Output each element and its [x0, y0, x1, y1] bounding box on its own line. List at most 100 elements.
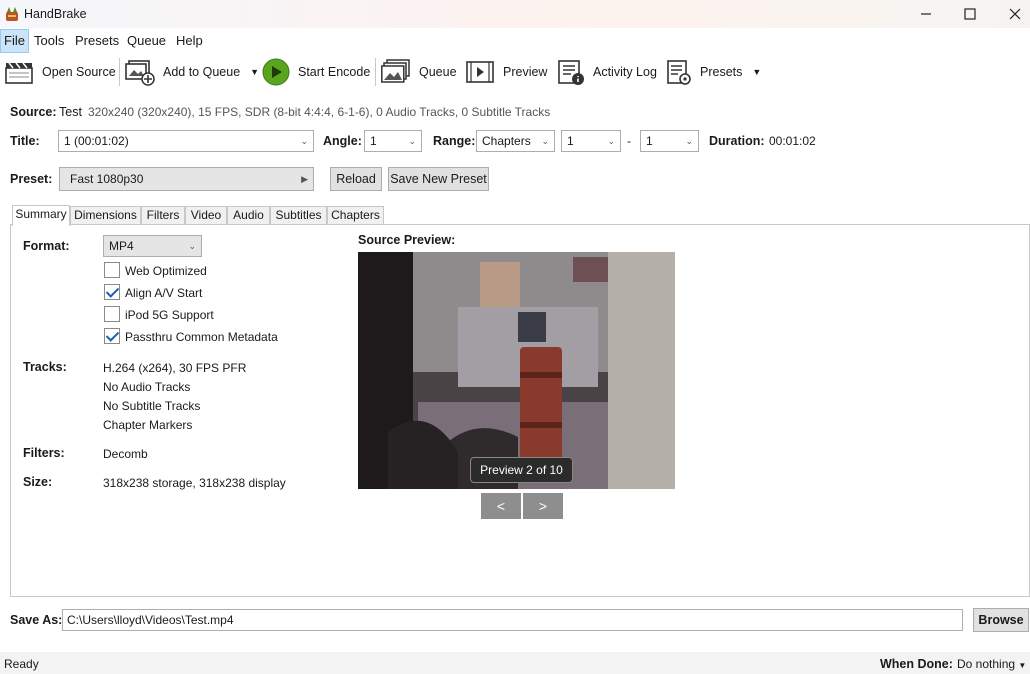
track-item: No Subtitle Tracks — [103, 399, 201, 413]
presets-dropdown-icon[interactable]: ▼ — [752, 67, 761, 77]
track-item: No Audio Tracks — [103, 380, 191, 394]
add-to-queue-label: Add to Queue — [163, 65, 241, 79]
when-done-select[interactable]: Do nothing ▼ — [957, 657, 1026, 671]
web-optimized-checkbox[interactable] — [104, 262, 120, 278]
window-title: HandBrake — [24, 7, 87, 21]
toolbar-separator — [119, 58, 120, 86]
format-value: MP4 — [109, 239, 134, 253]
preview-badge: Preview 2 of 10 — [470, 457, 573, 483]
source-preview-label: Source Preview: — [358, 233, 456, 247]
range-dash: - — [627, 134, 631, 148]
save-new-preset-button[interactable]: Save New Preset — [388, 167, 489, 191]
clapperboard-icon — [5, 62, 33, 84]
passthru-metadata-label: Passthru Common Metadata — [125, 330, 278, 344]
presets-icon — [667, 60, 691, 85]
browse-button[interactable]: Browse — [973, 608, 1029, 632]
duration-value: 00:01:02 — [769, 134, 816, 148]
align-av-start-label: Align A/V Start — [125, 286, 203, 300]
open-source-button[interactable]: Open Source — [4, 55, 116, 89]
save-as-path-input[interactable]: C:\Users\lloyd\Videos\Test.mp4 — [62, 609, 963, 631]
menu-bar: File Tools Presets Queue Help — [0, 29, 1030, 53]
source-name: Test — [59, 105, 82, 119]
preview-button[interactable]: Preview — [465, 55, 547, 89]
chevron-down-icon: ⌄ — [607, 136, 615, 146]
range-start-value: 1 — [567, 134, 574, 148]
maximize-icon — [964, 8, 976, 20]
preset-label: Preset: — [10, 172, 53, 186]
tab-dimensions[interactable]: Dimensions — [70, 206, 141, 225]
menu-queue[interactable]: Queue — [123, 29, 170, 53]
range-end-select[interactable]: 1 ⌄ — [640, 130, 699, 152]
duration-label: Duration: — [709, 134, 765, 148]
align-av-start-checkbox[interactable] — [104, 284, 120, 300]
preview-frame-illustration — [358, 252, 675, 489]
tracks-label: Tracks: — [23, 360, 67, 374]
format-select[interactable]: MP4 ⌄ — [103, 235, 202, 257]
preset-value: Fast 1080p30 — [70, 172, 144, 186]
queue-icon — [381, 59, 410, 83]
passthru-metadata-checkbox[interactable] — [104, 328, 120, 344]
close-icon — [1009, 8, 1021, 20]
title-bar: HandBrake — [0, 0, 1030, 28]
when-done-label: When Done: — [880, 657, 953, 671]
menu-file[interactable]: File — [0, 29, 29, 53]
range-type-select[interactable]: Chapters ⌄ — [476, 130, 555, 152]
source-preview-image: Preview 2 of 10 — [358, 252, 675, 489]
range-type-value: Chapters — [482, 134, 531, 148]
status-text: Ready — [4, 657, 39, 671]
add-to-queue-dropdown-icon[interactable]: ▼ — [250, 67, 259, 77]
web-optimized-label: Web Optimized — [125, 264, 207, 278]
activity-log-button[interactable]: Activity Log — [557, 55, 657, 89]
preview-label: Preview — [503, 65, 548, 79]
next-preview-button[interactable]: > — [523, 493, 563, 519]
tab-summary[interactable]: Summary — [12, 205, 70, 226]
filters-value: Decomb — [103, 447, 148, 461]
tab-subtitles[interactable]: Subtitles — [270, 206, 327, 225]
title-label: Title: — [10, 134, 40, 148]
track-item: H.264 (x264), 30 FPS PFR — [103, 361, 247, 375]
save-as-label: Save As: — [10, 613, 63, 627]
tab-video[interactable]: Video — [185, 206, 227, 225]
chevron-right-icon: ▶ — [301, 174, 308, 184]
play-icon — [262, 58, 290, 86]
activity-log-label: Activity Log — [593, 65, 657, 79]
when-done-value: Do nothing — [957, 657, 1016, 671]
queue-button[interactable]: Queue — [381, 55, 457, 89]
start-encode-button[interactable]: Start Encode — [262, 55, 370, 89]
range-start-select[interactable]: 1 ⌄ — [561, 130, 621, 152]
title-select[interactable]: 1 (00:01:02) ⌄ — [58, 130, 314, 152]
queue-label: Queue — [419, 65, 457, 79]
filters-label: Filters: — [23, 446, 65, 460]
source-label: Source: — [10, 105, 57, 119]
menu-presets[interactable]: Presets — [71, 29, 123, 53]
maximize-button[interactable] — [947, 0, 993, 28]
activity-log-icon — [558, 60, 584, 85]
preset-select[interactable]: Fast 1080p30 ▶ — [59, 167, 314, 191]
handbrake-logo-icon — [6, 7, 18, 21]
size-value: 318x238 storage, 318x238 display — [103, 476, 286, 490]
tab-audio[interactable]: Audio — [227, 206, 270, 225]
previous-preview-button[interactable]: < — [481, 493, 521, 519]
preview-film-icon — [466, 61, 494, 83]
tab-filters[interactable]: Filters — [141, 206, 185, 225]
start-encode-label: Start Encode — [298, 65, 371, 79]
close-button[interactable] — [992, 0, 1030, 28]
minimize-button[interactable] — [903, 0, 949, 28]
menu-help[interactable]: Help — [172, 29, 207, 53]
tab-chapters[interactable]: Chapters — [327, 206, 384, 225]
angle-label: Angle: — [323, 134, 362, 148]
open-source-label: Open Source — [42, 65, 116, 79]
reload-button[interactable]: Reload — [330, 167, 382, 191]
status-bar: Ready When Done: Do nothing ▼ — [0, 652, 1030, 674]
ipod-5g-support-checkbox[interactable] — [104, 306, 120, 322]
chevron-down-icon: ⌄ — [541, 136, 549, 146]
add-to-queue-button[interactable]: Add to Queue ▼ — [125, 55, 259, 89]
angle-select[interactable]: 1 ⌄ — [364, 130, 422, 152]
presets-button[interactable]: Presets ▼ — [666, 55, 761, 89]
chevron-down-icon: ⌄ — [300, 136, 308, 146]
menu-tools[interactable]: Tools — [30, 29, 68, 53]
range-label: Range: — [433, 134, 476, 148]
chevron-down-icon: ⌄ — [188, 241, 196, 251]
presets-label: Presets — [700, 65, 743, 79]
ipod-5g-support-label: iPod 5G Support — [125, 308, 214, 322]
